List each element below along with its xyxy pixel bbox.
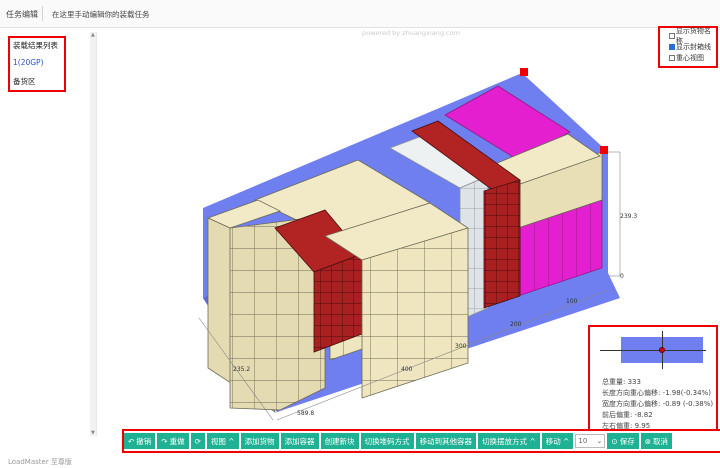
- add-container-button[interactable]: 添加容器: [280, 433, 319, 449]
- total-weight: 总重量: 333: [602, 378, 641, 386]
- redo-button[interactable]: ↷ 重做: [157, 433, 189, 449]
- option-show-cargo-name[interactable]: 显示货物名称: [660, 27, 716, 45]
- step-select[interactable]: 10 ⌄: [575, 434, 606, 448]
- gravity-center-marker: [659, 347, 665, 353]
- sidebar-item-staging-area[interactable]: 备货区: [13, 76, 36, 87]
- instruction-text: 在这里手动编辑你的装载任务: [52, 10, 150, 19]
- switch-placement-button[interactable]: 切换摆放方式 ^: [478, 433, 540, 449]
- move-button[interactable]: 移动 ^: [541, 433, 574, 449]
- gravity-stats-panel: 总重量: 333 长度方向重心偏移: -1.98(-0.34%) 宽度方向重心偏…: [588, 325, 718, 439]
- scroll-up-icon[interactable]: ▲: [91, 32, 95, 38]
- length-tick-200: 200: [510, 321, 522, 328]
- container-corner-marker: [600, 146, 608, 154]
- view-button[interactable]: 视图 ^: [206, 433, 239, 449]
- display-options-panel: 显示货物名称 显示封箱线 重心视图: [658, 26, 718, 68]
- refresh-button[interactable]: ⟳: [190, 433, 205, 449]
- sidebar-scrollbar[interactable]: [90, 32, 96, 436]
- checkbox-icon[interactable]: [669, 32, 675, 39]
- cargo-red-front: [483, 179, 521, 309]
- add-cargo-button[interactable]: 添加货物: [240, 433, 279, 449]
- length-tick-300: 300: [455, 343, 467, 350]
- sidebar: 装载结果列表 1(20GP) 备货区: [4, 32, 97, 436]
- chevron-up-icon: ^: [560, 436, 570, 446]
- width-offset: 宽度方向重心偏移: -0.89 (-0.38%): [602, 400, 714, 408]
- sidebar-item-container-1[interactable]: 1(20GP): [13, 58, 44, 67]
- height-zero-label: 0: [620, 273, 624, 280]
- option-show-seal-line[interactable]: 显示封箱线: [660, 41, 716, 52]
- chevron-up-icon: ^: [225, 436, 235, 446]
- footer-brand: LoadMaster 至尊版: [8, 458, 72, 466]
- checkbox-checked-icon[interactable]: [669, 43, 675, 50]
- length-offset: 长度方向重心偏移: -1.98(-0.34%): [602, 389, 711, 397]
- move-to-other-container-button[interactable]: 移动到其他容器: [415, 433, 477, 449]
- front-back-weight: 前后偏重: -8.82: [602, 411, 653, 419]
- tab-divider: [42, 6, 43, 21]
- container-corner-marker: [520, 68, 528, 76]
- length-tick-400: 400: [401, 366, 413, 373]
- length-tick-100: 100: [566, 298, 578, 305]
- cancel-icon: ⊗: [644, 436, 651, 446]
- length-end-label: 589.8: [297, 410, 314, 417]
- option-label: 重心视图: [676, 53, 704, 62]
- save-button[interactable]: ⊙ 保存: [607, 433, 639, 449]
- option-center-of-gravity-view[interactable]: 重心视图: [660, 52, 716, 63]
- undo-icon: ↶: [128, 436, 135, 446]
- cancel-button[interactable]: ⊗ 取消: [640, 433, 672, 449]
- page-title[interactable]: 任务编辑: [6, 9, 38, 20]
- gravity-axis-h: [600, 350, 706, 351]
- undo-button[interactable]: ↶ 撤销: [124, 433, 156, 449]
- refresh-icon: ⟳: [194, 436, 201, 446]
- option-label: 显示封箱线: [676, 42, 711, 51]
- scroll-down-icon[interactable]: ▼: [91, 430, 95, 436]
- depth-label: 235.2: [233, 366, 250, 373]
- switch-stack-button[interactable]: 切换堆码方式: [360, 433, 414, 449]
- redo-icon: ↷: [161, 436, 168, 446]
- checkbox-icon[interactable]: [669, 54, 675, 61]
- top-bar: 任务编辑 在这里手动编辑你的装载任务: [0, 0, 720, 28]
- action-toolbar: ↶ 撤销 ↷ 重做 ⟳ 视图 ^ 添加货物 添加容器 创建新块 切换堆码方式 移动到…: [122, 429, 720, 453]
- create-block-button[interactable]: 创建新块: [320, 433, 359, 449]
- height-label: 239.3: [620, 213, 637, 220]
- chevron-up-icon: ^: [527, 436, 536, 446]
- chevron-down-icon: ⌄: [596, 437, 603, 445]
- 3d-view-canvas[interactable]: powered by zhuangxiang.com 239.3 0 100 2…: [100, 26, 718, 439]
- sidebar-item-results-list[interactable]: 装载结果列表: [13, 40, 58, 51]
- save-icon: ⊙: [611, 436, 618, 446]
